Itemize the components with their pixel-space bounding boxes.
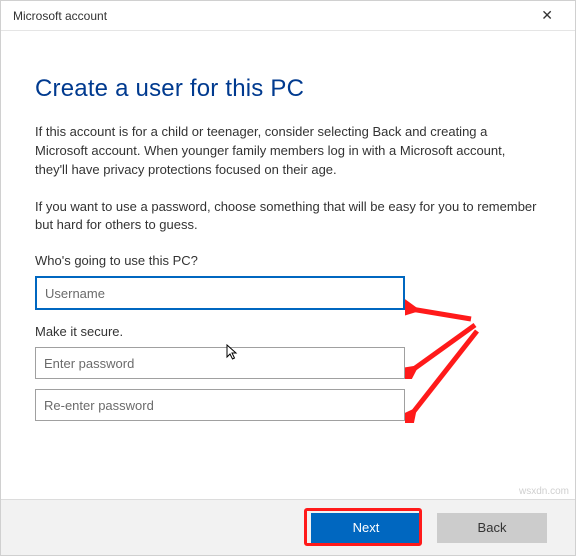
next-button[interactable]: Next [311, 513, 421, 543]
password-section-label: Make it secure. [35, 324, 541, 339]
page-heading: Create a user for this PC [35, 75, 541, 103]
close-icon[interactable]: ✕ [531, 3, 563, 28]
back-button[interactable]: Back [437, 513, 547, 543]
window-title: Microsoft account [13, 9, 107, 23]
footer-bar: Next Back [1, 499, 575, 555]
reenter-password-input[interactable] [35, 389, 405, 421]
username-input[interactable] [35, 276, 405, 310]
watermark-text: wsxdn.com [519, 486, 569, 497]
titlebar: Microsoft account ✕ [1, 1, 575, 31]
intro-paragraph-2: If you want to use a password, choose so… [35, 198, 541, 236]
password-input[interactable] [35, 347, 405, 379]
content-area: Create a user for this PC If this accoun… [1, 31, 575, 421]
intro-paragraph-1: If this account is for a child or teenag… [35, 123, 541, 180]
dialog-window: Microsoft account ✕ Create a user for th… [0, 0, 576, 556]
username-section-label: Who's going to use this PC? [35, 253, 541, 268]
